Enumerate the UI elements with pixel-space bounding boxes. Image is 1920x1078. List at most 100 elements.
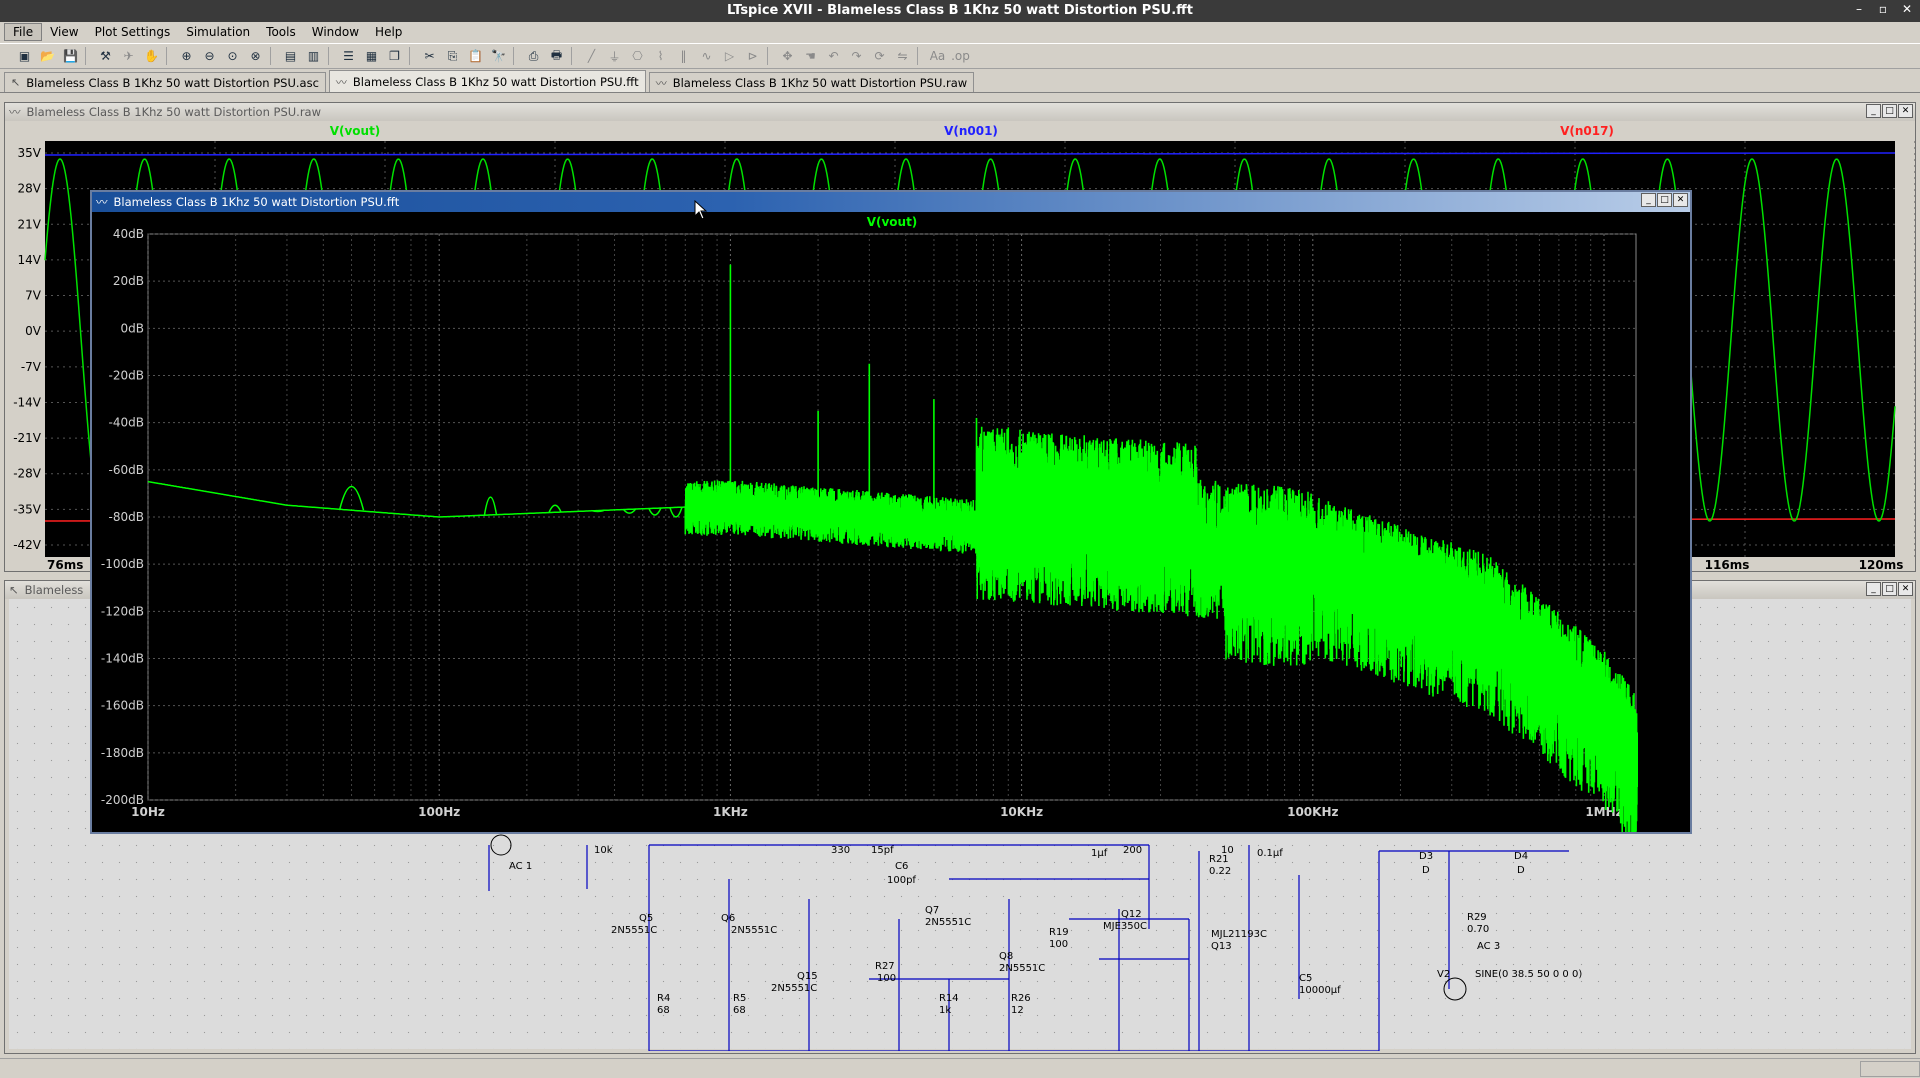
halt-icon[interactable]: ✋ <box>141 46 162 66</box>
tab-raw[interactable]: 〰 Blameless Class B 1Khz 50 watt Distort… <box>648 72 975 92</box>
fft-window-titlebar[interactable]: 〰 Blameless Class B 1Khz 50 watt Distort… <box>92 192 1690 212</box>
schematic-component-label[interactable]: 100pf <box>887 875 916 886</box>
menu-file[interactable]: File <box>4 23 43 41</box>
maximize-icon[interactable]: □ <box>1882 104 1897 118</box>
move-icon[interactable]: ✥ <box>777 46 798 66</box>
tab-fft[interactable]: 〰 Blameless Class B 1Khz 50 watt Distort… <box>328 70 646 92</box>
close-icon[interactable]: ✕ <box>1898 104 1913 118</box>
schematic-component-label[interactable]: 68 <box>657 1005 670 1016</box>
raw-window-titlebar[interactable]: 〰 Blameless Class B 1Khz 50 watt Distort… <box>5 103 1915 121</box>
inductor-icon[interactable]: ∿ <box>696 46 717 66</box>
maximize-icon[interactable]: ▫ <box>1876 2 1890 16</box>
minimize-icon[interactable]: _ <box>1866 104 1881 118</box>
zoom-cancel-icon[interactable]: ⊗ <box>245 46 266 66</box>
schematic-component-label[interactable]: 100 <box>877 973 896 984</box>
maximize-icon[interactable]: □ <box>1657 193 1672 207</box>
spice-directive-icon[interactable]: .op <box>950 46 971 66</box>
schematic-component-label[interactable]: Q15 <box>797 971 818 982</box>
schematic-component-label[interactable]: 12 <box>1011 1005 1024 1016</box>
schematic-component-label[interactable]: MJL21193C <box>1211 929 1267 940</box>
tab-asc[interactable]: ↖ Blameless Class B 1Khz 50 watt Distort… <box>4 72 326 92</box>
open-icon[interactable]: 📂 <box>37 46 58 66</box>
resistor-icon[interactable]: ⌇ <box>650 46 671 66</box>
schematic-component-label[interactable]: 15pf <box>871 845 894 856</box>
zoom-fit-icon[interactable]: ⊙ <box>222 46 243 66</box>
drag-icon[interactable]: ☚ <box>800 46 821 66</box>
cascade-icon[interactable]: ❐ <box>384 46 405 66</box>
mirror-icon[interactable]: ⇋ <box>892 46 913 66</box>
schematic-component-label[interactable]: 0.70 <box>1467 924 1489 935</box>
zoom-out-icon[interactable]: ⊖ <box>199 46 220 66</box>
ground-icon[interactable]: ⏚ <box>604 46 625 66</box>
schematic-component-label[interactable]: 1k <box>939 1005 951 1016</box>
minimize-icon[interactable]: _ <box>1641 193 1656 207</box>
schematic-component-label[interactable]: D <box>1517 865 1525 876</box>
print-setup-icon[interactable]: ⎙ <box>523 46 544 66</box>
schematic-component-label[interactable]: Q5 <box>639 913 653 924</box>
maximize-icon[interactable]: □ <box>1882 582 1897 596</box>
cut-icon[interactable]: ✂ <box>419 46 440 66</box>
paste-icon[interactable]: 📋 <box>465 46 486 66</box>
schematic-component-label[interactable]: C6 <box>895 861 908 872</box>
redo-icon[interactable]: ↷ <box>846 46 867 66</box>
menu-window[interactable]: Window <box>304 24 367 40</box>
schematic-component-label[interactable]: R26 <box>1011 993 1031 1004</box>
schematic-component-label[interactable]: 2N5551C <box>771 983 817 994</box>
schematic-component-label[interactable]: 0.1µf <box>1257 848 1283 859</box>
diode-icon[interactable]: ▷ <box>719 46 740 66</box>
label-icon[interactable]: ⎔ <box>627 46 648 66</box>
menu-simulation[interactable]: Simulation <box>178 24 258 40</box>
minimize-icon[interactable]: _ <box>1866 582 1881 596</box>
find-icon[interactable]: 🔭 <box>488 46 509 66</box>
schematic-component-label[interactable]: C5 <box>1299 973 1312 984</box>
schematic-component-label[interactable]: Q8 <box>999 951 1013 962</box>
schematic-component-label[interactable]: 68 <box>733 1005 746 1016</box>
control-panel-icon[interactable]: ⚒ <box>95 46 116 66</box>
tile-vertical-icon[interactable]: ▦ <box>361 46 382 66</box>
save-icon[interactable]: 💾 <box>60 46 81 66</box>
schematic-component-label[interactable]: D <box>1422 865 1430 876</box>
schematic-component-label[interactable]: 2N5551C <box>999 963 1045 974</box>
rotate-icon[interactable]: ⟳ <box>869 46 890 66</box>
schematic-component-label[interactable]: R5 <box>733 993 746 1004</box>
print-icon[interactable]: 🖶 <box>546 46 567 66</box>
schematic-component-label[interactable]: Q7 <box>925 905 939 916</box>
schematic-component-label[interactable]: 10 <box>1221 845 1234 856</box>
schematic-component-label[interactable]: V2 <box>1437 969 1450 980</box>
schematic-component-label[interactable]: R14 <box>939 993 959 1004</box>
menu-view[interactable]: View <box>42 24 86 40</box>
close-icon[interactable]: ✕ <box>1898 582 1913 596</box>
schematic-component-label[interactable]: D3 <box>1419 851 1433 862</box>
schematic-component-label[interactable]: 10000µf <box>1299 985 1341 996</box>
zoom-in-icon[interactable]: ⊕ <box>176 46 197 66</box>
schematic-component-label[interactable]: AC 1 <box>509 861 532 872</box>
autorange-icon[interactable]: ▤ <box>280 46 301 66</box>
schematic-component-label[interactable]: 10k <box>594 845 613 856</box>
schematic-component-label[interactable]: 100 <box>1049 939 1068 950</box>
schematic-component-label[interactable]: Q13 <box>1211 941 1232 952</box>
close-icon[interactable]: ✕ <box>1673 193 1688 207</box>
tile-horizontal-icon[interactable]: ☰ <box>338 46 359 66</box>
component-icon[interactable]: ⊳ <box>742 46 763 66</box>
schematic-component-label[interactable]: R27 <box>875 961 895 972</box>
run-icon[interactable]: ✈ <box>118 46 139 66</box>
schematic-component-label[interactable]: R19 <box>1049 927 1069 938</box>
schematic-component-label[interactable]: Q6 <box>721 913 735 924</box>
schematic-component-label[interactable]: 0.22 <box>1209 866 1231 877</box>
minimize-icon[interactable]: – <box>1852 2 1866 16</box>
close-icon[interactable]: ✕ <box>1900 2 1914 16</box>
menu-tools[interactable]: Tools <box>258 24 304 40</box>
schematic-component-label[interactable]: AC 3 <box>1477 941 1500 952</box>
copy-icon[interactable]: ⎘ <box>442 46 463 66</box>
schematic-component-label[interactable]: Q12 <box>1121 909 1142 920</box>
undo-icon[interactable]: ↶ <box>823 46 844 66</box>
schematic-component-label[interactable]: SINE(0 38.5 50 0 0 0) <box>1475 969 1582 980</box>
schematic-component-label[interactable]: 200 <box>1123 845 1142 856</box>
fft-window[interactable]: 〰 Blameless Class B 1Khz 50 watt Distort… <box>90 190 1692 834</box>
wire-icon[interactable]: ╱ <box>581 46 602 66</box>
schematic-component-label[interactable]: 2N5551C <box>925 917 971 928</box>
capacitor-icon[interactable]: ‖ <box>673 46 694 66</box>
new-schematic-icon[interactable]: ▣ <box>14 46 35 66</box>
text-icon[interactable]: Aa <box>927 46 948 66</box>
schematic-component-label[interactable]: 2N5551C <box>611 925 657 936</box>
